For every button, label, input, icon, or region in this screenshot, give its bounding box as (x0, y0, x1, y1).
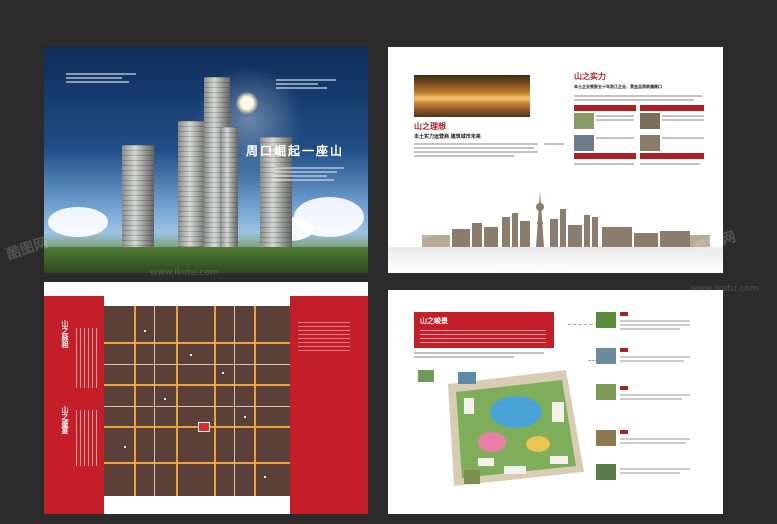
feature-photo (596, 348, 616, 364)
feature-label (620, 430, 628, 434)
cover-body-text (66, 71, 136, 85)
plan-detail-photo (458, 372, 476, 384)
cloud (48, 207, 108, 237)
feature-text-line (620, 320, 690, 322)
body-text-line (414, 356, 514, 358)
body-text-line (574, 163, 634, 165)
feature-text-line (620, 360, 684, 362)
map-poi (244, 416, 246, 418)
feature-text-line (620, 394, 690, 396)
map-street (154, 306, 155, 496)
feature-photo (596, 430, 616, 446)
strength-title: 山之实力 (574, 71, 606, 81)
ideal-subtitle: 本土实力运营商 建筑城市未来 (414, 134, 481, 140)
feast-label: 山之盛宴 (61, 406, 70, 434)
map-poi (264, 476, 266, 478)
body-text-line (414, 155, 514, 157)
plan-detail-photo (464, 470, 480, 484)
project-location-marker (198, 422, 210, 432)
feature-bar (574, 153, 636, 159)
feature-photo (596, 384, 616, 400)
map-road (104, 462, 290, 464)
city-sunset-photo (414, 75, 530, 117)
feature-photo (574, 135, 594, 151)
body-text-line (544, 143, 564, 145)
body-text-line (414, 147, 534, 149)
body-text-line (596, 119, 634, 121)
reflection-fade (388, 247, 723, 273)
feature-text-line (620, 472, 680, 474)
body-text-line (662, 115, 704, 117)
landscape-title: 山之峻景 (420, 316, 448, 325)
map-road (254, 306, 256, 496)
location-label: 山之脉相 (61, 320, 70, 348)
landscape-page: 山之峻景 (388, 290, 723, 514)
city-skyline-illustration (422, 191, 710, 247)
map-street (104, 406, 290, 407)
side-text-block (298, 322, 350, 352)
body-text-line (662, 119, 704, 121)
feature-text-line (620, 468, 690, 470)
feature-label (620, 348, 628, 352)
map-road (104, 342, 290, 344)
feature-text-line (620, 324, 690, 326)
feature-bar (574, 105, 636, 111)
map-poi (124, 446, 126, 448)
feature-photo (640, 113, 660, 129)
body-text-line (574, 95, 702, 97)
map-road (134, 306, 136, 496)
building-tower (122, 145, 154, 249)
strength-page: 山之理想 本土实力运营商 建筑城市未来 山之实力 本土企业铁肤五十年浙江企业，黄… (388, 47, 723, 273)
body-text-line (414, 352, 544, 354)
feature-bar (640, 153, 704, 159)
map-poi (164, 398, 166, 400)
body-text-line (596, 137, 634, 139)
map-poi (222, 372, 224, 374)
building-tower (220, 127, 238, 249)
callout-line (568, 324, 598, 325)
map-road (176, 306, 178, 496)
map-street (104, 364, 290, 365)
body-text-line (596, 115, 634, 117)
cover-caption-text (274, 165, 344, 183)
location-map (104, 306, 290, 496)
map-road (104, 426, 290, 428)
side-text-block (76, 410, 98, 466)
header-text-lines (420, 330, 546, 344)
feature-label (620, 386, 628, 390)
strength-subtitle: 本土企业铁肤五十年浙江企业，黄金品质筑福周口 (574, 84, 662, 89)
body-text-line (662, 137, 704, 139)
section-header: 山之峻景 (414, 312, 554, 348)
body-text-line (414, 143, 538, 145)
plan-detail-photo (418, 370, 434, 382)
sun (236, 92, 258, 114)
cover-page: 周口崛起一座山 (44, 47, 368, 273)
feature-text-line (620, 442, 686, 444)
cover-side-text (276, 77, 336, 91)
feature-photo (574, 113, 594, 129)
landscape-ground (44, 247, 368, 273)
map-road (214, 306, 216, 496)
feature-text-line (620, 398, 682, 400)
feature-text-line (620, 438, 690, 440)
body-text-line (574, 99, 694, 101)
map-poi (144, 330, 146, 332)
feature-photo (596, 464, 616, 480)
side-text-block (76, 328, 98, 388)
ideal-title: 山之理想 (414, 121, 446, 131)
feature-label (620, 312, 628, 316)
cover-title: 周口崛起一座山 (246, 144, 345, 158)
feature-photo (640, 135, 660, 151)
body-text-line (414, 151, 538, 153)
location-map-page: 山之脉相 山之盛宴 (44, 282, 368, 514)
body-text-line (640, 163, 700, 165)
map-road (104, 384, 290, 386)
feature-text-line (620, 356, 690, 358)
map-street (234, 306, 235, 496)
feature-photo (596, 312, 616, 328)
feature-text-line (620, 328, 680, 330)
map-poi (190, 354, 192, 356)
feature-bar (640, 105, 704, 111)
